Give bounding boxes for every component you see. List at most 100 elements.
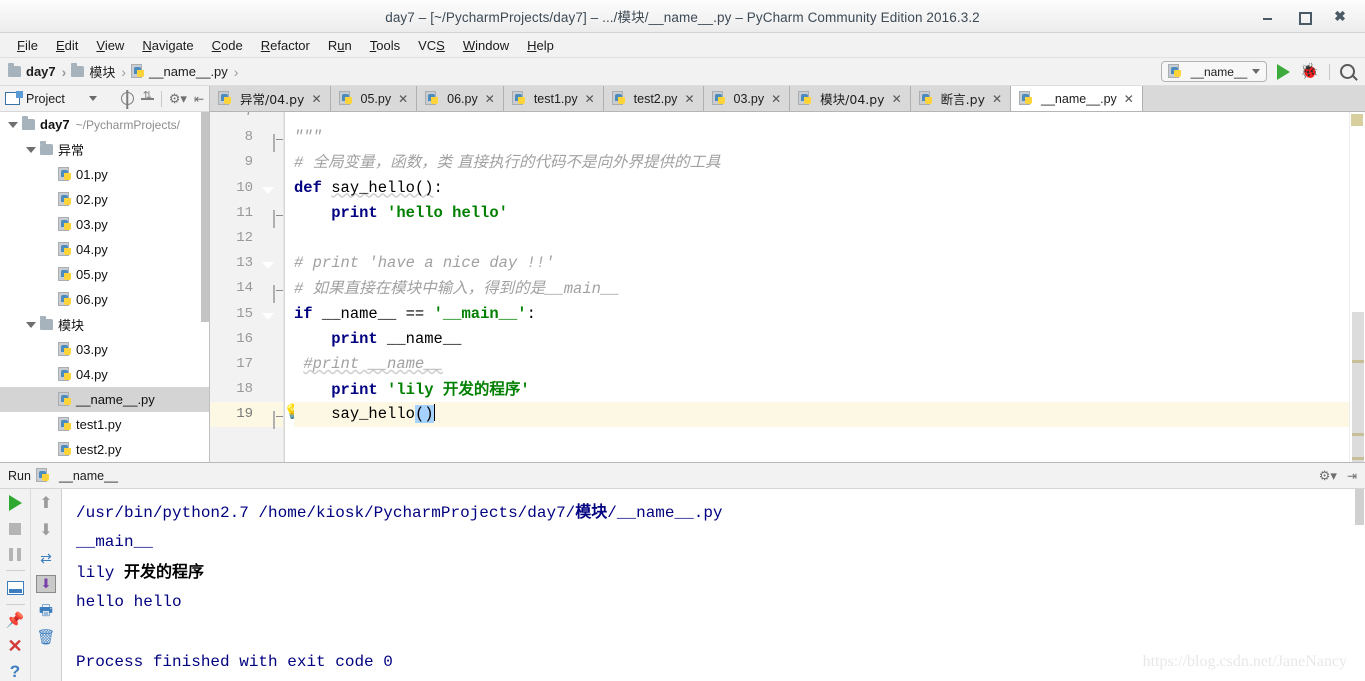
editor-tab[interactable]: 断言.py ✕ bbox=[910, 86, 1012, 111]
minimize-button[interactable] bbox=[1261, 9, 1275, 23]
gutter-line-number[interactable]: 15 bbox=[210, 302, 283, 327]
editor-tab[interactable]: 异常/04.py ✕ bbox=[210, 86, 331, 111]
close-window-button[interactable]: ✖ bbox=[1333, 8, 1347, 24]
pause-icon[interactable] bbox=[6, 545, 25, 563]
menu-vcs[interactable]: VCS bbox=[409, 36, 454, 55]
fold-marker-icon[interactable] bbox=[262, 282, 275, 304]
editor-tab[interactable]: 05.py ✕ bbox=[330, 86, 418, 111]
menu-tools[interactable]: Tools bbox=[361, 36, 409, 55]
fold-collapse-icon[interactable] bbox=[262, 182, 275, 195]
stop-icon[interactable] bbox=[6, 519, 25, 537]
tree-item-06py[interactable]: 06.py bbox=[0, 287, 209, 312]
code-area[interactable]: """ # 全局变量，函数，类 直接执行的代码不是向外界提供的工具 def sa… bbox=[284, 112, 1349, 462]
fold-marker-icon[interactable] bbox=[262, 408, 275, 430]
code-editor[interactable]: 7 8 9 10 11 12 13 14 15 16 17 18 19 💡 """ # 全局变量，函数，类… bbox=[210, 112, 1365, 462]
sidebar-scrollbar[interactable] bbox=[201, 112, 209, 322]
gutter-line-number[interactable]: 16 bbox=[210, 327, 283, 352]
expand-triangle-icon[interactable] bbox=[24, 146, 37, 153]
help-icon[interactable]: ? bbox=[6, 663, 25, 681]
gutter-line-number[interactable]: 19 💡 bbox=[210, 402, 301, 430]
menu-refactor[interactable]: Refactor bbox=[252, 36, 319, 55]
editor-tab[interactable]: 03.py ✕ bbox=[703, 86, 791, 111]
editor-tab[interactable]: 模块/04.py ✕ bbox=[790, 86, 911, 111]
tree-item-[interactable]: 异常 bbox=[0, 137, 209, 162]
expand-triangle-icon[interactable] bbox=[24, 321, 37, 328]
menu-edit[interactable]: Edit bbox=[47, 36, 87, 55]
run-icon[interactable] bbox=[1277, 63, 1291, 80]
hide-panel-icon[interactable]: ⇥ bbox=[1347, 470, 1357, 482]
fold-marker-icon[interactable] bbox=[262, 131, 275, 153]
debug-icon[interactable]: 🐞 bbox=[1300, 64, 1319, 79]
hide-panel-icon[interactable]: ⇤ bbox=[194, 93, 204, 105]
editor-error-stripe-mark[interactable] bbox=[1351, 114, 1363, 126]
maximize-button[interactable] bbox=[1297, 9, 1312, 25]
tree-item-01py[interactable]: 01.py bbox=[0, 162, 209, 187]
editor-gutter[interactable]: 7 8 9 10 11 12 13 14 15 16 17 18 19 💡 bbox=[210, 112, 301, 462]
close-icon[interactable]: ✕ bbox=[6, 637, 25, 655]
breadcrumb-item-module[interactable]: 模块 › bbox=[71, 62, 131, 81]
close-tab-icon[interactable]: ✕ bbox=[992, 92, 1002, 106]
editor-tab[interactable]: __name__.py ✕ bbox=[1011, 86, 1143, 111]
close-tab-icon[interactable]: ✕ bbox=[485, 92, 495, 106]
close-tab-icon[interactable]: ✕ bbox=[771, 92, 781, 106]
menu-code[interactable]: Code bbox=[203, 36, 252, 55]
close-tab-icon[interactable]: ✕ bbox=[892, 92, 902, 106]
fold-collapse-icon[interactable] bbox=[262, 308, 275, 321]
gutter-line-number[interactable]: 18 bbox=[210, 377, 283, 402]
tree-item-04py[interactable]: 04.py bbox=[0, 362, 209, 387]
tree-item-03py[interactable]: 03.py bbox=[0, 337, 209, 362]
gutter-line-number[interactable]: 11 bbox=[210, 201, 283, 228]
editor-scrollbar[interactable] bbox=[1349, 112, 1365, 462]
close-tab-icon[interactable]: ✕ bbox=[585, 92, 595, 106]
tree-item-[interactable]: 模块 bbox=[0, 312, 209, 337]
gutter-line-number[interactable]: 10 bbox=[210, 176, 283, 201]
layout-icon[interactable] bbox=[6, 578, 25, 596]
menu-run[interactable]: Run bbox=[319, 36, 361, 55]
trash-icon[interactable]: 🗑 bbox=[36, 628, 55, 647]
gutter-line-number[interactable]: 7 bbox=[210, 112, 283, 125]
settings-gear-icon[interactable]: ⚙▾ bbox=[1319, 469, 1337, 482]
editor-tab[interactable]: test1.py ✕ bbox=[503, 86, 604, 111]
menu-help[interactable]: Help bbox=[518, 36, 563, 55]
tree-item-02py[interactable]: 02.py bbox=[0, 187, 209, 212]
editor-scrollbar-thumb[interactable] bbox=[1352, 312, 1364, 462]
settings-gear-icon[interactable]: ⚙▾ bbox=[169, 92, 187, 105]
gutter-line-number[interactable]: 17 bbox=[210, 352, 283, 377]
console-output[interactable]: /usr/bin/python2.7 /home/kiosk/PycharmPr… bbox=[62, 489, 1365, 681]
tree-item-03py[interactable]: 03.py bbox=[0, 212, 209, 237]
close-tab-icon[interactable]: ✕ bbox=[684, 92, 694, 106]
fold-collapse-icon[interactable] bbox=[262, 257, 275, 270]
menu-view[interactable]: View bbox=[87, 36, 133, 55]
editor-tab[interactable]: test2.py ✕ bbox=[603, 86, 704, 111]
tree-item-test2py[interactable]: test2.py bbox=[0, 437, 209, 462]
rerun-icon[interactable] bbox=[6, 494, 25, 512]
breadcrumb-item-day7[interactable]: day7 › bbox=[8, 63, 71, 80]
gutter-line-number[interactable]: 13 bbox=[210, 251, 283, 276]
close-tab-icon[interactable]: ✕ bbox=[1124, 92, 1134, 106]
console-scrollbar-thumb[interactable] bbox=[1355, 489, 1364, 525]
scroll-to-end-icon[interactable]: ⬇ bbox=[36, 575, 56, 593]
console-scrollbar[interactable] bbox=[1354, 489, 1365, 681]
gutter-line-number[interactable]: 9 bbox=[210, 150, 283, 175]
down-arrow-icon[interactable]: ⬇ bbox=[37, 521, 56, 540]
close-tab-icon[interactable]: ✕ bbox=[398, 92, 408, 106]
print-icon[interactable]: 🖶 bbox=[37, 601, 56, 620]
tree-item-04py[interactable]: 04.py bbox=[0, 237, 209, 262]
expand-triangle-icon[interactable] bbox=[6, 121, 19, 128]
run-configuration-selector[interactable]: __name__ bbox=[1160, 61, 1268, 82]
gutter-line-number[interactable]: 12 bbox=[210, 226, 283, 251]
menu-window[interactable]: Window bbox=[454, 36, 518, 55]
menu-file[interactable]: FFileile bbox=[8, 36, 47, 55]
gutter-line-number[interactable]: 14 bbox=[210, 276, 283, 304]
project-tree[interactable]: day7 ~/PycharmProjects/异常 01.py 02.py 03.py 0… bbox=[0, 112, 209, 462]
up-arrow-icon[interactable]: ⬆ bbox=[37, 494, 56, 513]
breadcrumb-item-file[interactable]: __name__.py › bbox=[131, 64, 243, 80]
tree-item-05py[interactable]: 05.py bbox=[0, 262, 209, 287]
locate-icon[interactable] bbox=[120, 92, 134, 105]
soft-wrap-icon[interactable]: ⇄ bbox=[37, 548, 56, 567]
close-tab-icon[interactable]: ✕ bbox=[311, 92, 321, 106]
tree-item-__name__py[interactable]: __name__.py bbox=[0, 387, 209, 412]
tree-item-day7[interactable]: day7 ~/PycharmProjects/ bbox=[0, 112, 209, 137]
search-icon[interactable] bbox=[1340, 64, 1355, 79]
fold-marker-icon[interactable] bbox=[262, 207, 275, 228]
